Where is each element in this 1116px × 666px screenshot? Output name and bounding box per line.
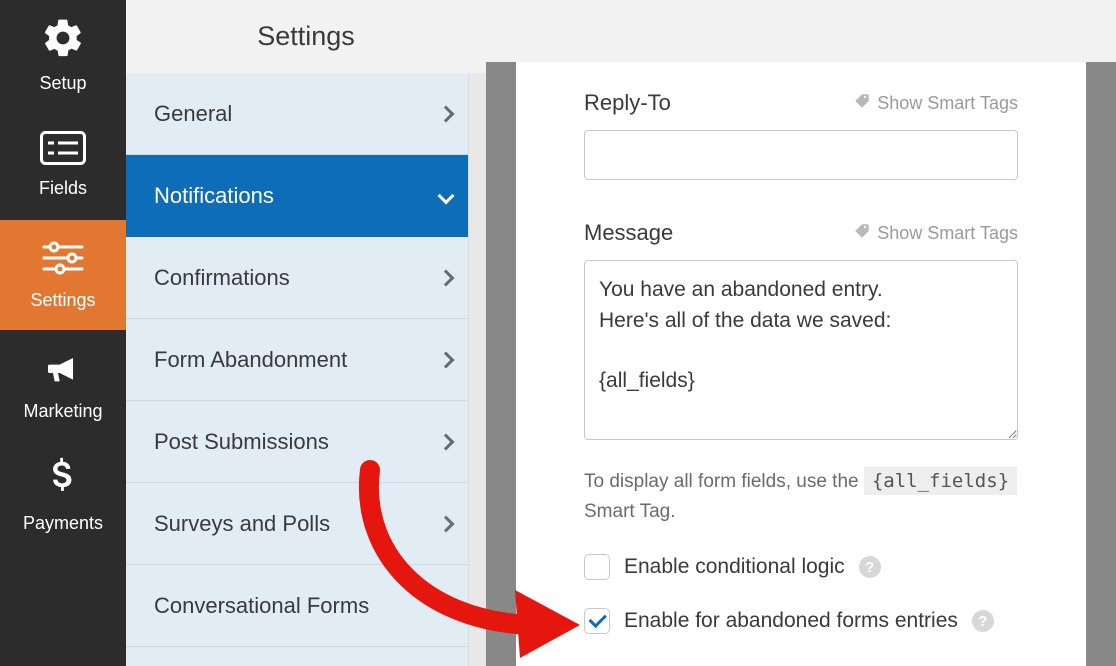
nav-marketing[interactable]: Marketing: [0, 330, 126, 440]
smart-tags-label: Show Smart Tags: [877, 223, 1018, 244]
secondary-header: Settings: [126, 0, 486, 73]
sidebar-item-label: Surveys and Polls: [154, 511, 330, 537]
message-hint: To display all form fields, use the {all…: [584, 467, 1018, 526]
show-smart-tags-button[interactable]: Show Smart Tags: [853, 222, 1018, 245]
sidebar-item-surveys-polls[interactable]: Surveys and Polls: [126, 483, 486, 565]
hint-text-post: Smart Tag.: [584, 501, 676, 522]
sidebar-item-label: Form Abandonment: [154, 347, 347, 373]
chevron-right-icon: [438, 351, 455, 368]
sidebar-item-confirmations[interactable]: Confirmations: [126, 237, 486, 319]
sidebar-item-notifications[interactable]: Notifications: [126, 155, 486, 237]
smart-tags-label: Show Smart Tags: [877, 93, 1018, 114]
chevron-right-icon: [438, 433, 455, 450]
dollar-icon: [48, 456, 78, 505]
secondary-list: General Notifications Confirmations Form…: [126, 73, 486, 666]
sidebar-item-form-abandonment[interactable]: Form Abandonment: [126, 319, 486, 401]
chevron-right-icon: [438, 597, 455, 614]
sidebar-item-label: Confirmations: [154, 265, 290, 291]
scrollbar[interactable]: [468, 73, 486, 666]
show-smart-tags-button[interactable]: Show Smart Tags: [853, 92, 1018, 115]
help-icon[interactable]: ?: [972, 610, 994, 632]
message-field: Message Show Smart Tags To display all f…: [584, 220, 1018, 634]
sidebar-item-label: Post Submissions: [154, 429, 329, 455]
sliders-icon: [40, 239, 86, 282]
nav-label: Payments: [23, 513, 103, 534]
message-textarea[interactable]: [584, 260, 1018, 440]
reply-to-label: Reply-To: [584, 90, 671, 116]
nav-label: Marketing: [23, 401, 102, 422]
conditional-logic-option[interactable]: Enable conditional logic ?: [584, 554, 1018, 580]
sidebar-item-general[interactable]: General: [126, 73, 486, 155]
checkbox-unchecked-icon[interactable]: [584, 554, 610, 580]
option-label: Enable for abandoned forms entries: [624, 609, 958, 633]
nav-setup[interactable]: Setup: [0, 0, 126, 110]
page-title: Settings: [257, 21, 355, 52]
checkbox-checked-icon[interactable]: [584, 608, 610, 634]
main-panel: Reply-To Show Smart Tags Message: [486, 0, 1116, 666]
option-label: Enable conditional logic: [624, 555, 845, 579]
abandoned-entries-option[interactable]: Enable for abandoned forms entries ?: [584, 608, 1018, 634]
list-icon: [40, 131, 86, 170]
primary-nav: Setup Fields Settings Marketing: [0, 0, 126, 666]
reply-to-input[interactable]: [584, 130, 1018, 180]
reply-to-field: Reply-To Show Smart Tags: [584, 90, 1018, 180]
secondary-panel: Settings General Notifications Confirmat…: [126, 0, 486, 666]
nav-label: Setup: [39, 73, 86, 94]
main-content: Reply-To Show Smart Tags Message: [516, 62, 1086, 666]
hint-text-pre: To display all form fields, use the: [584, 471, 859, 492]
chevron-right-icon: [438, 105, 455, 122]
hint-tag: {all_fields}: [864, 467, 1017, 495]
gear-icon: [41, 16, 85, 65]
tag-icon: [853, 92, 871, 115]
sidebar-item-conversational-forms[interactable]: Conversational Forms: [126, 565, 486, 647]
app-root: Setup Fields Settings Marketing: [0, 0, 1116, 666]
nav-label: Settings: [30, 290, 95, 311]
sidebar-item-label: General: [154, 101, 232, 127]
main-header-spacer: [486, 0, 1116, 62]
nav-payments[interactable]: Payments: [0, 440, 126, 550]
nav-settings[interactable]: Settings: [0, 220, 126, 330]
sidebar-item-label: Conversational Forms: [154, 593, 369, 619]
nav-fields[interactable]: Fields: [0, 110, 126, 220]
chevron-right-icon: [438, 269, 455, 286]
message-label: Message: [584, 220, 673, 246]
sidebar-item-label: Notifications: [154, 183, 274, 209]
tag-icon: [853, 222, 871, 245]
chevron-down-icon: [438, 187, 455, 204]
bullhorn-icon: [41, 348, 85, 393]
chevron-right-icon: [438, 515, 455, 532]
help-icon[interactable]: ?: [859, 556, 881, 578]
nav-label: Fields: [39, 178, 87, 199]
sidebar-item-post-submissions[interactable]: Post Submissions: [126, 401, 486, 483]
